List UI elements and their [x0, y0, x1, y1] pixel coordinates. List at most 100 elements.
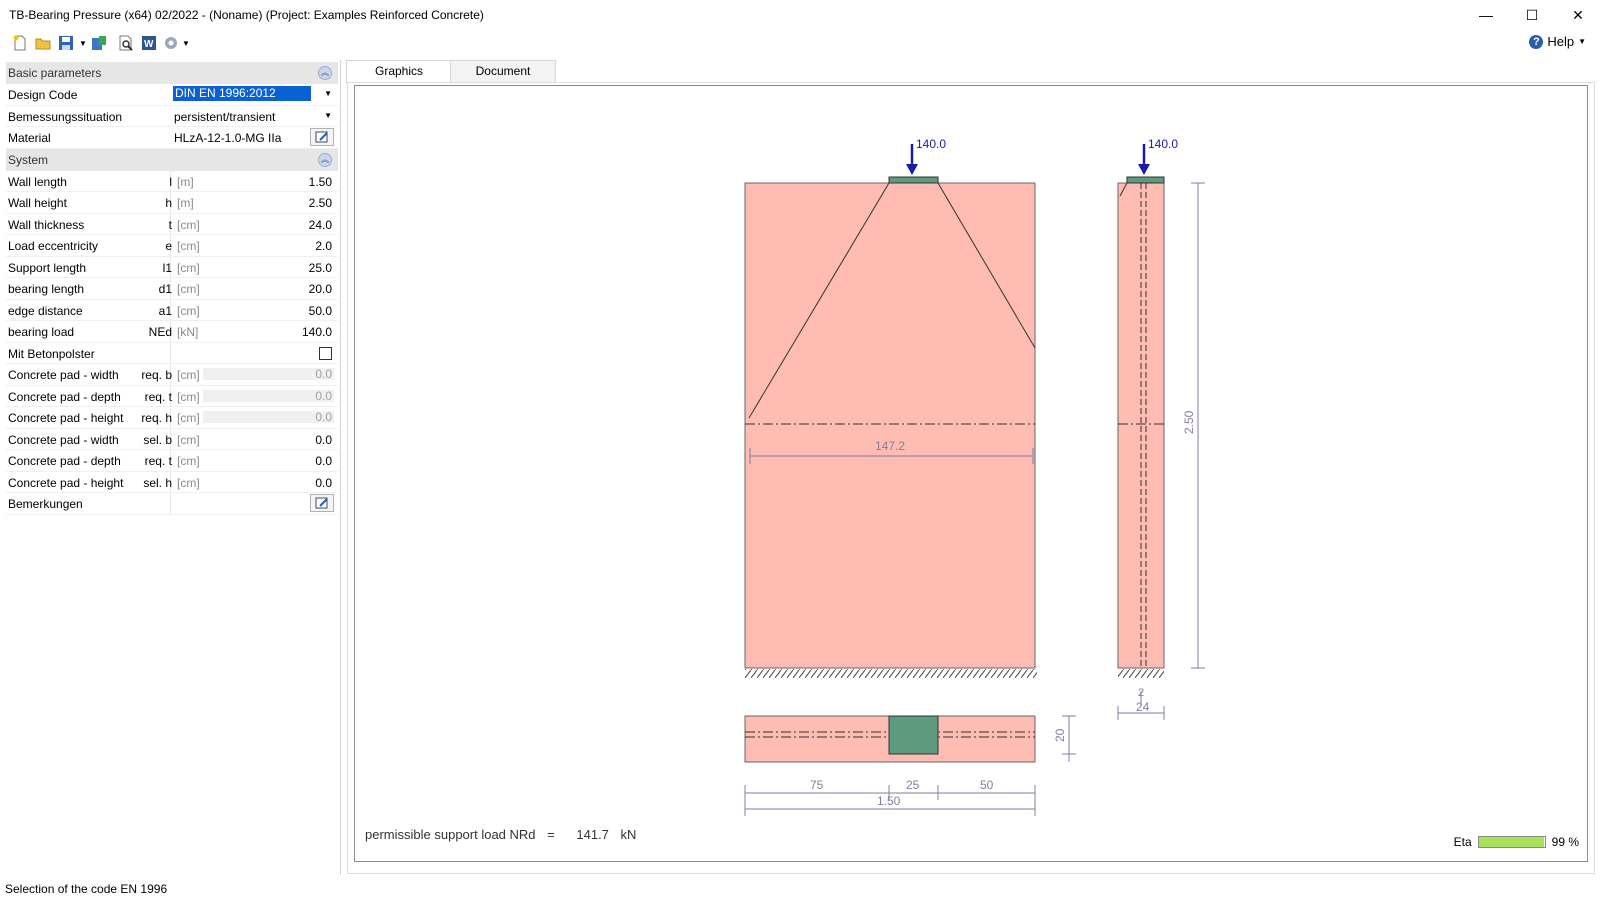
collapse-icon[interactable]: ︽ [318, 66, 332, 80]
result-label: permissible support load NRd [365, 827, 536, 842]
row-concrete-pad-depth[interactable]: Concrete pad - depth req. t [cm] 0.0 [6, 385, 338, 407]
row-wall-length[interactable]: Wall length l [m] 1.50 [6, 170, 338, 192]
bearing-depth-dim-label: 20 [1053, 728, 1067, 742]
help-menu[interactable]: ? Help ▼ [1529, 34, 1586, 49]
row-betonpolster[interactable]: Mit Betonpolster [6, 342, 338, 364]
graphics-view[interactable]: 147.2 140.0 140.0 2.50 24 2 20 75 25 50 … [354, 85, 1588, 862]
row-label: Wall length [8, 174, 67, 189]
row-label: Concrete pad - depth [8, 389, 121, 404]
row-wall-height[interactable]: Wall height h [m] 2.50 [6, 192, 338, 214]
drawing-canvas: 147.2 140.0 140.0 2.50 24 2 20 75 25 50 … [744, 137, 1205, 816]
eta-bar [1477, 836, 1546, 848]
row-value-input[interactable]: 2.0 [315, 239, 332, 253]
load-front-label: 140.0 [916, 137, 946, 151]
chevron-down-icon[interactable]: ▼ [324, 89, 332, 98]
row-value-input[interactable]: 2.50 [309, 196, 332, 210]
row-symbol: h [165, 196, 172, 210]
row-value-input[interactable]: 0.0 [315, 476, 332, 490]
status-bar: Selection of the code EN 1996 [0, 878, 1600, 900]
row-value-input[interactable]: 0.0 [315, 433, 332, 447]
row-concrete-pad-height[interactable]: Concrete pad - height req. h [cm] 0.0 [6, 407, 338, 429]
row-support-length[interactable]: Support length l1 [cm] 25.0 [6, 256, 338, 278]
section-title: System [8, 152, 49, 167]
row-load-eccentricity[interactable]: Load eccentricity e [cm] 2.0 [6, 235, 338, 257]
row-symbol: req. b [141, 368, 172, 382]
betonpolster-checkbox[interactable] [319, 346, 332, 360]
collapse-icon[interactable]: ︽ [318, 152, 332, 167]
tab-document[interactable]: Document [450, 60, 556, 83]
dim-total-label: 1.50 [877, 794, 901, 808]
row-value-input[interactable]: 25.0 [309, 261, 332, 275]
row-label: Bemessungssituation [8, 109, 123, 124]
save-icon[interactable] [58, 35, 74, 51]
row-concrete-pad-width[interactable]: Concrete pad - width req. b [cm] 0.0 [6, 364, 338, 386]
open-folder-icon[interactable] [35, 35, 51, 51]
row-symbol: l1 [162, 260, 172, 275]
row-label: Support length [8, 260, 87, 275]
row-situation[interactable]: Bemessungssituation persistent/transient… [6, 106, 338, 127]
eta-value: 99 % [1551, 835, 1579, 849]
row-remarks[interactable]: Bemerkungen [6, 493, 338, 515]
row-unit: [cm] [177, 260, 200, 275]
row-label: Wall thickness [8, 217, 85, 232]
row-label: Concrete pad - width [8, 432, 119, 447]
row-design-code[interactable]: Design Code DIN EN 1996:2012 ▼ [6, 84, 338, 106]
row-unit: [cm] [177, 411, 200, 425]
row-label: Mit Betonpolster [8, 346, 95, 361]
save-dropdown-icon[interactable]: ▼ [79, 39, 87, 48]
material-edit-button[interactable] [310, 128, 334, 146]
row-value-input[interactable]: 140.0 [302, 325, 332, 339]
settings-dropdown-icon[interactable]: ▼ [182, 39, 190, 48]
row-bearing-load[interactable]: bearing load NEd [kN] 140.0 [6, 321, 338, 343]
load-arrow-icon [1138, 164, 1150, 175]
remarks-edit-button[interactable] [310, 494, 334, 512]
row-edge-distance[interactable]: edge distance a1 [cm] 50.0 [6, 299, 338, 321]
maximize-button[interactable]: ☐ [1509, 0, 1555, 30]
result-line: permissible support load NRd = 141.7 kN [365, 827, 636, 842]
eta-label: Eta [1453, 835, 1472, 849]
row-material[interactable]: Material HLzA-12-1.0-MG IIa [6, 127, 338, 149]
row-wall-thickness[interactable]: Wall thickness t [cm] 24.0 [6, 213, 338, 235]
row-symbol: t [168, 217, 172, 232]
row-symbol: req. t [144, 454, 172, 468]
situation-select[interactable]: persistent/transient [174, 110, 275, 124]
section-basic-parameters[interactable]: Basic parameters ︽ [6, 62, 338, 84]
row-unit: [cm] [177, 432, 200, 447]
row-concrete-pad-height[interactable]: Concrete pad - height sel. h [cm] 0.0 [6, 471, 338, 493]
row-value-input[interactable]: 20.0 [309, 282, 332, 296]
row-label: Wall height [8, 196, 67, 210]
result-unit: kN [620, 827, 637, 842]
design-code-select[interactable]: DIN EN 1996:2012 [173, 86, 311, 101]
row-value-input[interactable]: 0.0 [315, 454, 332, 468]
section-system[interactable]: System ︽ [6, 148, 338, 171]
minimize-button[interactable]: — [1463, 0, 1509, 30]
row-label: edge distance [8, 303, 83, 318]
row-value: 0.0 [315, 410, 332, 424]
settings-icon[interactable] [163, 35, 179, 51]
close-button[interactable]: ✕ [1555, 0, 1600, 30]
row-bearing-length[interactable]: bearing length d1 [cm] 20.0 [6, 278, 338, 300]
wall-elevation [744, 182, 1036, 669]
row-value-input[interactable]: 50.0 [309, 304, 332, 318]
section-title: Basic parameters [8, 66, 102, 80]
row-value-input[interactable]: 1.50 [309, 175, 332, 189]
row-unit: [m] [177, 196, 194, 210]
row-value: 0.0 [315, 388, 332, 403]
row-value: 0.0 [315, 367, 332, 381]
edit-icon [315, 497, 328, 509]
chevron-down-icon[interactable]: ▼ [324, 111, 332, 120]
row-concrete-pad-width[interactable]: Concrete pad - width sel. b [cm] 0.0 [6, 428, 338, 450]
word-export-icon[interactable]: W [141, 35, 157, 51]
value-field-disabled: 0.0 [203, 410, 334, 424]
new-file-icon[interactable] [12, 35, 28, 51]
row-label: Design Code [8, 88, 78, 102]
row-symbol: e [165, 239, 172, 253]
row-value-input[interactable]: 24.0 [309, 218, 332, 232]
result-eq: = [547, 827, 555, 842]
print-preview-icon[interactable] [118, 35, 134, 51]
tab-graphics[interactable]: Graphics [346, 60, 452, 84]
export-icon[interactable] [91, 35, 107, 51]
row-concrete-pad-depth[interactable]: Concrete pad - depth req. t [cm] 0.0 [6, 450, 338, 472]
height-dim-label: 2.50 [1182, 410, 1196, 434]
row-unit: [cm] [177, 475, 200, 490]
